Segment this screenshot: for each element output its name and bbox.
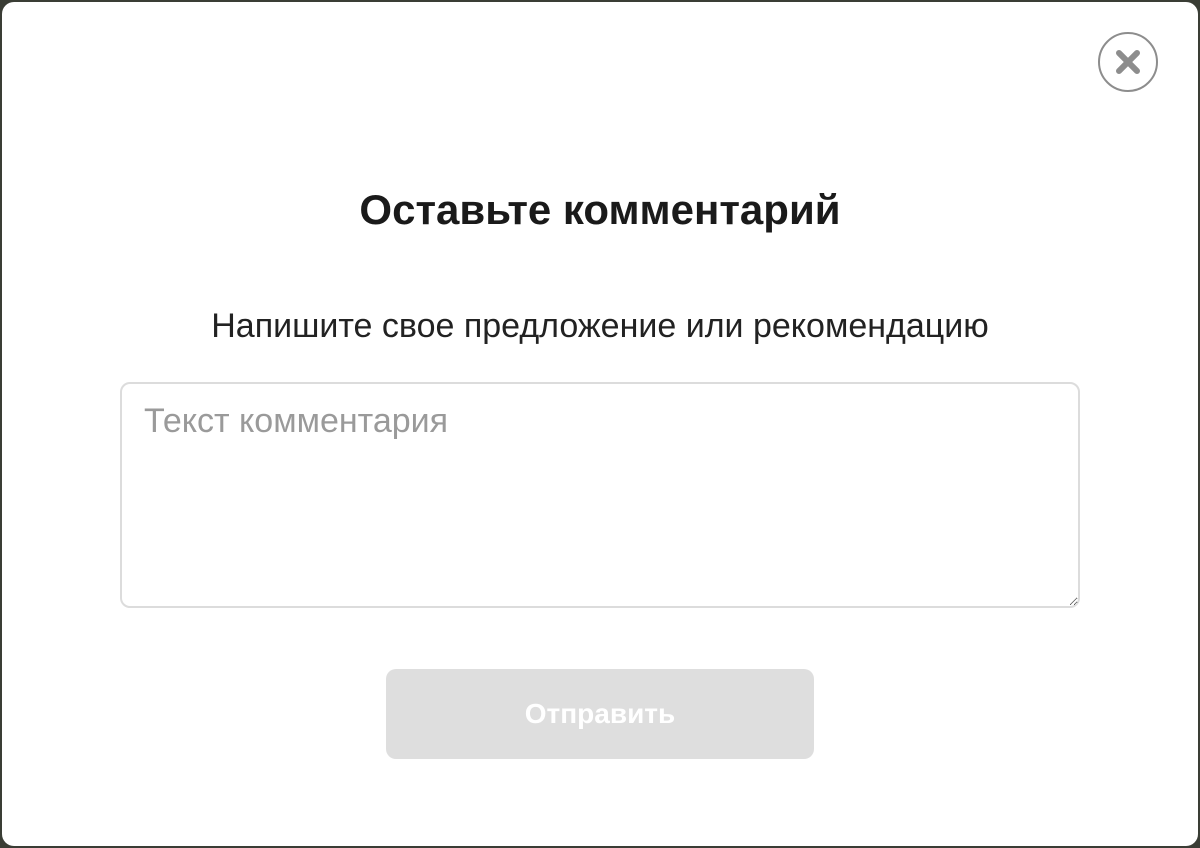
close-x-icon	[1116, 50, 1140, 74]
comment-textarea[interactable]	[120, 382, 1080, 608]
comment-modal: Оставьте комментарий Напишите свое предл…	[2, 2, 1198, 846]
modal-subtitle: Напишите свое предложение или рекомендац…	[211, 307, 989, 345]
modal-title: Оставьте комментарий	[359, 186, 841, 233]
submit-button[interactable]: Отправить	[386, 669, 814, 759]
close-button[interactable]	[1098, 32, 1158, 92]
